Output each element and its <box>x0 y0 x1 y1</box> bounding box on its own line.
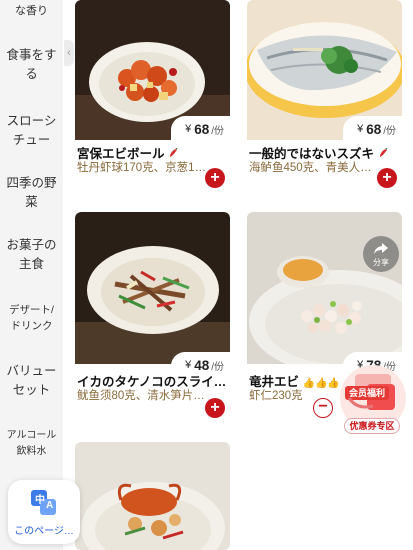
translate-source-label: 中 <box>35 495 45 506</box>
dish-photo <box>75 212 230 364</box>
product-card[interactable]: ¥ 68 /份 宮保エビボール 牡丹虾球170克、京葱10… + <box>75 0 230 196</box>
currency-symbol: ¥ <box>185 359 192 371</box>
coupon-zone-button[interactable]: 优惠券专区 <box>344 418 400 434</box>
category-item-vegetables[interactable]: 四季の野菜 <box>0 174 63 212</box>
currency-symbol: ¥ <box>185 123 192 135</box>
menu-page: な香り 食事をする スローシチュー 四季の野菜 お菓子の主食 デザート/ドリンク… <box>0 0 413 550</box>
dish-ingredients: 海鲈鱼450克、青美人椒… <box>249 162 379 174</box>
add-to-cart-button[interactable]: + <box>205 168 225 188</box>
translate-page-button[interactable]: 中 A このページ… <box>8 480 80 544</box>
category-item-snacks[interactable]: お菓子の主食 <box>0 236 63 274</box>
currency-symbol: ¥ <box>357 123 364 135</box>
translate-target-label: A <box>46 500 54 511</box>
add-to-cart-button[interactable]: + <box>377 168 397 188</box>
add-to-cart-button[interactable]: + <box>205 398 225 418</box>
category-item-dessert[interactable]: デザート/ドリンク <box>0 302 63 334</box>
category-item-meal[interactable]: 食事をする <box>0 46 63 84</box>
dish-ingredients: 鱿鱼须80克、清水笋片… <box>77 390 205 402</box>
category-item-alcohol[interactable]: アルコール飲料水 <box>0 428 63 460</box>
product-card[interactable]: ¥ 48 /份 イカのタケノコのスライ… 鱿鱼须80克、清水笋片… + <box>75 212 230 422</box>
chili-icon <box>379 148 388 157</box>
category-item-value-set[interactable]: バリューセット <box>0 362 63 400</box>
translate-label: このページ… <box>14 526 74 537</box>
category-item-stew[interactable]: スローシチュー <box>0 112 63 150</box>
share-label: 分享 <box>373 258 389 267</box>
price-value: 68 <box>194 121 210 137</box>
dish-photo <box>247 212 402 364</box>
share-icon <box>374 243 388 254</box>
price-tag: ¥ 68 /份 <box>343 116 402 142</box>
price-unit: /份 <box>211 125 224 137</box>
collapse-sidebar-handle[interactable]: ‹ <box>64 40 74 66</box>
share-button[interactable]: 分享 <box>363 236 399 272</box>
category-sidebar: な香り 食事をする スローシチュー 四季の野菜 お菓子の主食 デザート/ドリンク… <box>0 0 63 550</box>
chevron-left-icon: ‹ <box>67 47 71 59</box>
product-card[interactable] <box>75 442 230 550</box>
category-item-fragrance[interactable]: な香り <box>0 2 63 21</box>
price-unit: /份 <box>383 125 396 137</box>
coupon-title: 会员福利 <box>348 388 385 398</box>
price-value: 68 <box>366 121 382 137</box>
remove-from-cart-button[interactable]: − <box>313 398 333 418</box>
product-card[interactable]: ¥ 68 /份 一般的ではないスズキ 海鲈鱼450克、青美人椒… + <box>247 0 402 196</box>
dish-photo <box>75 442 230 550</box>
dish-ingredients: 牡丹虾球170克、京葱10… <box>77 162 207 174</box>
price-tag: ¥ 68 /份 <box>171 116 230 142</box>
chili-icon <box>170 148 178 157</box>
